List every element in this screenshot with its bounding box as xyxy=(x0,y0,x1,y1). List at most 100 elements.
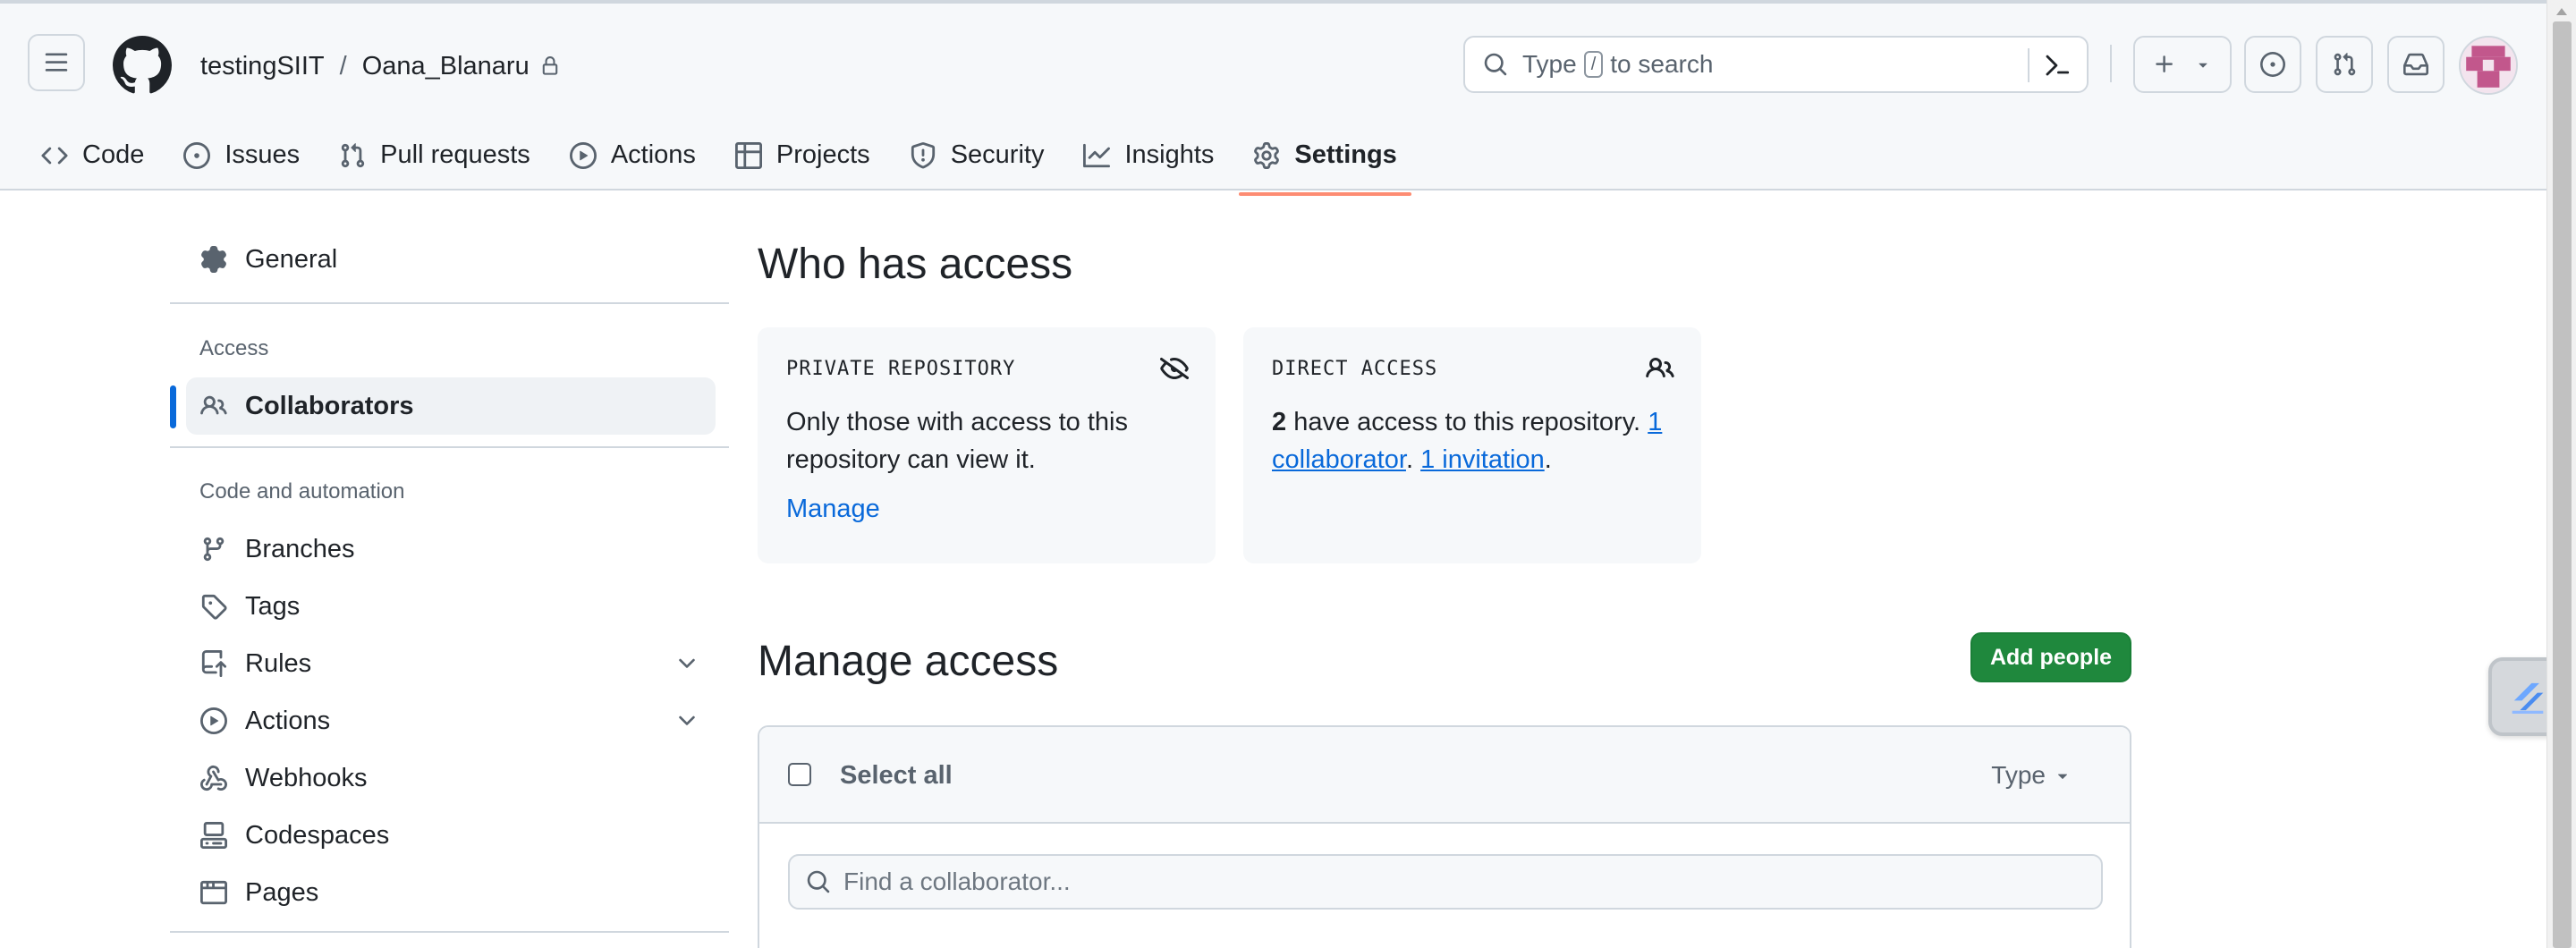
select-all-label[interactable]: Select all xyxy=(840,761,953,791)
breadcrumb-separator: / xyxy=(339,51,347,80)
tag-icon xyxy=(201,594,227,620)
access-end: . xyxy=(1544,445,1552,474)
access-count: 2 xyxy=(1272,408,1287,436)
sidebar-divider xyxy=(170,446,729,448)
global-search-input[interactable]: Type / to search xyxy=(1463,36,2089,93)
tab-issues-label: Issues xyxy=(225,140,301,169)
direct-access-text: 2 have access to this repository. 1 coll… xyxy=(1272,403,1673,478)
tab-code-label: Code xyxy=(82,140,145,169)
tab-settings[interactable]: Settings xyxy=(1239,116,1412,196)
extension-logo-icon xyxy=(2512,682,2544,714)
sidebar-item-tags[interactable]: Tags xyxy=(186,578,716,635)
search-icon xyxy=(807,870,830,893)
tab-issues[interactable]: Issues xyxy=(169,116,314,194)
gear-icon xyxy=(201,246,226,273)
eye-closed-icon xyxy=(1160,358,1189,380)
sidebar-divider xyxy=(170,931,729,933)
tab-projects[interactable]: Projects xyxy=(721,116,885,194)
sidebar-item-branches[interactable]: Branches xyxy=(186,521,716,578)
page-scrollbar[interactable] xyxy=(2546,0,2576,948)
triangle-down-icon xyxy=(2199,63,2207,68)
sidebar-item-webhooks[interactable]: Webhooks xyxy=(186,749,716,807)
hamburger-menu-button[interactable] xyxy=(28,34,85,91)
github-logo-icon[interactable] xyxy=(113,36,172,95)
tab-actions[interactable]: Actions xyxy=(555,116,710,194)
scrollbar-thumb[interactable] xyxy=(2553,21,2572,948)
sidebar-item-codespaces[interactable]: Codespaces xyxy=(186,807,716,864)
breadcrumb: testingSIIT / Oana_Blanaru xyxy=(200,48,560,84)
inbox-icon xyxy=(2403,53,2428,76)
sidebar-item-pages[interactable]: Pages xyxy=(186,864,716,921)
identicon-avatar-icon xyxy=(2461,38,2516,93)
play-icon xyxy=(569,141,597,169)
breadcrumb-owner-link[interactable]: testingSIIT xyxy=(200,52,325,81)
search-suffix-text: to search xyxy=(1610,50,1714,78)
sidebar-item-label: Branches xyxy=(245,534,355,563)
manage-visibility-link[interactable]: Manage xyxy=(786,495,880,524)
codespaces-icon xyxy=(200,822,227,849)
code-icon xyxy=(41,147,68,164)
access-table: Select all Type xyxy=(758,725,2131,948)
find-collaborator-input[interactable] xyxy=(843,868,2078,896)
scroll-up-arrow-icon[interactable] xyxy=(2555,7,2568,16)
active-indicator xyxy=(170,385,176,428)
people-icon xyxy=(1646,357,1674,378)
manage-access-title: Manage access xyxy=(758,638,1059,685)
tab-actions-label: Actions xyxy=(610,140,696,169)
user-avatar[interactable] xyxy=(2459,36,2518,95)
command-palette-icon[interactable] xyxy=(2044,52,2071,79)
sidebar-item-label: Collaborators xyxy=(245,391,414,420)
find-collaborator-field[interactable] xyxy=(788,854,2103,910)
search-prefix-text: Type xyxy=(1522,50,1577,78)
add-people-button[interactable]: Add people xyxy=(1970,632,2131,682)
sidebar-heading-access: Access xyxy=(199,336,269,360)
sidebar-item-label: Actions xyxy=(245,706,331,735)
lock-icon xyxy=(542,56,557,75)
webhook-icon xyxy=(200,765,227,791)
sidebar-item-label: Codespaces xyxy=(245,820,390,850)
type-filter-dropdown[interactable]: Type xyxy=(1991,761,2072,790)
breadcrumb-repo-link[interactable]: Oana_Blanaru xyxy=(362,52,530,81)
sidebar-divider xyxy=(170,302,729,304)
app-header: testingSIIT / Oana_Blanaru Type / to sea… xyxy=(0,0,2546,196)
shield-icon xyxy=(911,141,935,168)
tab-insights[interactable]: Insights xyxy=(1069,116,1228,194)
private-repository-text: Only those with access to this repositor… xyxy=(786,408,1128,474)
tab-pull-requests-label: Pull requests xyxy=(380,140,530,169)
tab-code[interactable]: Code xyxy=(27,116,158,194)
your-issues-button[interactable] xyxy=(2244,36,2301,93)
sidebar-item-label: Tags xyxy=(245,591,301,621)
search-icon xyxy=(1484,53,1507,76)
search-shortcut-key: / xyxy=(1583,51,1604,78)
chevron-down-icon[interactable] xyxy=(674,708,699,733)
select-all-checkbox[interactable] xyxy=(788,763,811,786)
triangle-down-icon xyxy=(2057,774,2068,779)
git-pull-request-icon xyxy=(341,142,365,167)
git-pull-request-icon xyxy=(2334,53,2356,76)
invitation-count-link[interactable]: 1 invitation xyxy=(1420,445,1545,474)
sidebar-item-label: Rules xyxy=(245,648,312,678)
sidebar-item-label: General xyxy=(245,244,338,274)
plus-icon xyxy=(2156,55,2173,72)
tab-insights-label: Insights xyxy=(1124,140,1215,169)
tab-security-label: Security xyxy=(950,140,1045,169)
sidebar-item-rules[interactable]: Rules xyxy=(186,635,716,692)
sidebar-item-label: Pages xyxy=(245,877,319,907)
table-header: Select all Type xyxy=(759,727,2130,824)
browser-icon xyxy=(200,880,227,905)
chevron-down-icon[interactable] xyxy=(674,651,699,676)
your-pull-requests-button[interactable] xyxy=(2316,36,2373,93)
sidebar-item-actions[interactable]: Actions xyxy=(186,692,716,749)
tab-projects-label: Projects xyxy=(775,140,870,169)
sidebar-item-general[interactable]: General xyxy=(186,231,716,288)
sidebar-heading-code-automation: Code and automation xyxy=(199,479,405,504)
notifications-inbox-button[interactable] xyxy=(2387,36,2445,93)
who-has-access-title: Who has access xyxy=(758,241,1073,288)
create-new-button[interactable] xyxy=(2133,36,2232,93)
sidebar-item-collaborators[interactable]: Collaborators xyxy=(186,377,716,435)
tab-pull-requests[interactable]: Pull requests xyxy=(325,116,545,194)
tab-security[interactable]: Security xyxy=(895,116,1059,194)
table-icon xyxy=(734,141,762,169)
direct-access-label: DIRECT ACCESS xyxy=(1272,358,1438,380)
type-filter-label: Type xyxy=(1991,761,2046,789)
